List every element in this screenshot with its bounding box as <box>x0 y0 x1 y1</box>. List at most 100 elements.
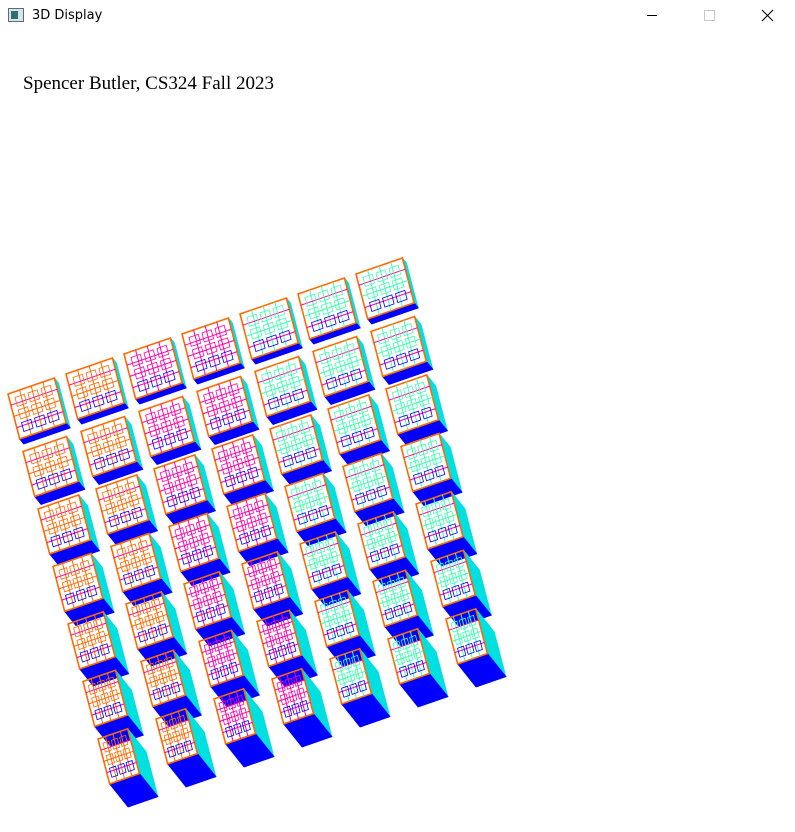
cube-grid-line <box>190 351 238 369</box>
cube-bottom-face <box>250 342 303 365</box>
cube-grid-line <box>364 291 412 309</box>
cube-grid-line <box>89 449 134 466</box>
cube-grid-line <box>129 359 177 377</box>
cube-grid-line <box>229 380 242 426</box>
cube-grid-line <box>248 331 296 349</box>
cube-grid-line <box>265 643 299 656</box>
cube-grid-line <box>345 340 358 386</box>
cube-grid-line <box>205 409 250 426</box>
cube-grid-line <box>13 399 61 417</box>
maximize-button[interactable] <box>686 0 732 32</box>
cube-grid-line <box>393 650 424 662</box>
cube-grid-line <box>177 546 216 561</box>
cube-grid-line <box>16 411 64 429</box>
cube-grid-line <box>197 516 210 562</box>
cube-grid-line <box>278 448 320 464</box>
wireframe-cube-grid <box>7 256 507 808</box>
cube-grid-line <box>390 261 403 308</box>
cube-grid-line <box>378 592 412 605</box>
cube-grid-line <box>287 360 300 406</box>
title-bar[interactable]: 3D Display <box>0 0 795 32</box>
cube-bottom-face <box>106 519 159 546</box>
cube-grid-line <box>409 466 448 481</box>
cube-grid-line <box>245 319 293 337</box>
cube-grid-line <box>293 506 332 521</box>
cube-grid-line <box>394 408 436 424</box>
cube-grid-line <box>119 566 158 581</box>
cube-bottom-face <box>164 499 217 526</box>
cube-grid-line <box>429 436 442 482</box>
cube-grid-line <box>441 494 455 540</box>
cube-grid-line <box>88 692 122 705</box>
minimize-icon <box>647 15 657 16</box>
cube-grid-line <box>424 525 461 539</box>
cube-grid-line <box>351 486 390 501</box>
cube-grid-line <box>451 630 482 642</box>
cube-grid-line <box>42 381 55 428</box>
cube-bottom-face <box>338 439 391 466</box>
cube-grid-line <box>274 301 287 348</box>
cube-grid-line <box>158 341 171 388</box>
cube-grid-line <box>61 586 100 601</box>
cube-grid-line <box>300 418 313 464</box>
cube-grid-line <box>361 279 409 297</box>
window-title: 3D Display <box>32 8 103 23</box>
cube-grid-line <box>147 429 192 446</box>
cube-grid-line <box>323 623 357 636</box>
cube-grid-line <box>320 612 354 625</box>
cube-bottom-face <box>134 382 187 405</box>
cube-grid-line <box>104 508 146 524</box>
cube-grid-line <box>321 369 366 386</box>
cube-bottom-face <box>76 402 129 425</box>
cube-grid-line <box>74 391 122 409</box>
cube-grid-line <box>171 400 184 446</box>
cube-grid-line <box>31 469 76 486</box>
cube-grid-line <box>209 574 223 620</box>
cube-grid-line <box>151 594 165 640</box>
close-icon <box>761 9 774 22</box>
cube-grid-line <box>55 440 68 486</box>
cube-grid-line <box>184 458 197 504</box>
cube-grid-line <box>277 690 308 702</box>
cube-grid-line <box>242 438 255 484</box>
cube-grid-line <box>379 349 424 366</box>
cube-lattice <box>7 256 507 808</box>
cube-grid-line <box>46 528 88 544</box>
cube-grid-line <box>306 311 354 329</box>
cube-grid-line <box>267 554 281 600</box>
cube-grid-line <box>371 456 384 502</box>
cube-grid-line <box>255 496 268 542</box>
minimize-button[interactable] <box>629 0 675 32</box>
cube-bottom-face <box>366 302 419 325</box>
cube-grid-line <box>325 534 339 580</box>
cube-bottom-face <box>222 479 275 506</box>
render-canvas[interactable]: Spencer Butler, CS324 Fall 2023 <box>0 32 795 832</box>
cube-grid-line <box>220 468 262 484</box>
cube-grid-line <box>439 583 473 596</box>
cube-grid-line <box>383 514 397 560</box>
close-button[interactable] <box>744 0 790 32</box>
app-window-icon[interactable] <box>8 8 24 22</box>
cube-bottom-face <box>192 362 245 385</box>
cube-grid-line <box>139 536 152 582</box>
maximize-icon <box>704 10 715 21</box>
cube-grid-line <box>263 389 308 406</box>
cube-bottom-face <box>280 459 333 486</box>
cube-grid-line <box>262 632 296 645</box>
cube-grid-line <box>335 670 366 682</box>
cube-bottom-face <box>18 422 71 445</box>
app-window: 3D Display Spencer Butler, CS324 Fall 20… <box>0 0 795 832</box>
cube-grid-line <box>313 476 326 522</box>
cube-grid-line <box>126 478 139 524</box>
cube-grid-line <box>219 710 250 722</box>
cube-grid-line <box>93 614 107 660</box>
cube-grid-line <box>308 565 345 579</box>
cube-grid-line <box>204 652 238 665</box>
cube-grid-line <box>416 378 429 424</box>
cube-grid-line <box>113 420 126 466</box>
cube-grid-line <box>149 683 183 696</box>
cube-bottom-face <box>308 322 361 345</box>
cube-grid-line <box>100 361 113 408</box>
cube-bottom-face <box>48 539 101 566</box>
cube-grid-line <box>71 379 119 397</box>
